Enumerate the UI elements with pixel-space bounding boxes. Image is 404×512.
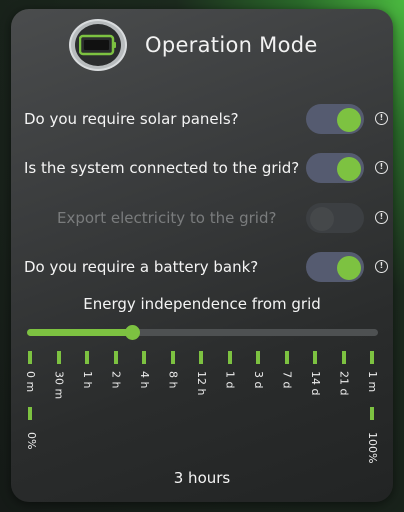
slider-tick-label: 14 d: [309, 371, 322, 396]
info-icon[interactable]: !: [375, 161, 388, 174]
slider-tick-label: 1 d: [223, 371, 237, 389]
question-row-solar: Do you require solar panels? !: [24, 102, 388, 136]
slider-tick: [199, 351, 203, 364]
question-row-export: Export electricity to the grid? !: [24, 201, 388, 235]
slider-tick: [28, 351, 32, 364]
slider-title: Energy independence from grid: [83, 295, 321, 313]
slider-tick: [370, 351, 374, 364]
slider-tick-label: 0 m: [24, 371, 37, 393]
slider-tick-label: 3 d: [252, 371, 265, 389]
slider-tick: [227, 351, 232, 364]
slider-tick-label: 1 m: [366, 371, 379, 393]
slider-tick: [313, 351, 317, 364]
slider-tick: [113, 351, 118, 364]
slider-tick-label: 21 d: [337, 371, 351, 396]
question-label: Is the system connected to the grid?: [24, 159, 300, 177]
max-percent-label: 100%: [366, 432, 379, 464]
question-label: Export electricity to the grid?: [57, 209, 277, 227]
export-electricity-toggle[interactable]: [306, 203, 364, 233]
battery-bank-toggle[interactable]: [306, 252, 364, 282]
slider-tick-label: 30 m: [52, 371, 66, 400]
question-row-battery: Do you require a battery bank? !: [24, 250, 388, 284]
min-percent-label: 0%: [25, 432, 38, 450]
slider-value-label: 3 hours: [173, 469, 231, 487]
slider-tick: [341, 351, 346, 364]
slider-tick: [170, 351, 175, 364]
slider-thumb[interactable]: [125, 325, 140, 340]
solar-panels-toggle[interactable]: [306, 104, 364, 134]
slider-tick-label: 12 h: [195, 371, 208, 396]
battery-logo: [69, 19, 127, 71]
grid-connected-toggle[interactable]: [306, 153, 364, 183]
slider-tick-label: 2 h: [109, 371, 123, 389]
slider-tick: [142, 351, 146, 364]
operation-mode-panel: Operation Mode Do you require solar pane…: [11, 9, 393, 502]
slider-tick-label: 8 h: [166, 371, 180, 389]
slider-tick: [284, 351, 289, 364]
info-icon[interactable]: !: [375, 112, 388, 125]
question-label: Do you require solar panels?: [24, 110, 239, 128]
slider-tick-label: 7 d: [280, 371, 294, 389]
slider-tick: [85, 351, 89, 364]
question-row-grid: Is the system connected to the grid? !: [24, 151, 388, 185]
panel-header: Operation Mode: [69, 19, 318, 71]
info-icon[interactable]: !: [375, 211, 388, 224]
slider-tick-label: 1 h: [81, 371, 94, 389]
slider-fill: [27, 329, 132, 336]
min-tick: [28, 407, 32, 420]
page-title: Operation Mode: [145, 33, 318, 57]
energy-independence-slider[interactable]: [27, 325, 378, 340]
battery-icon: [79, 34, 116, 56]
slider-tick: [56, 351, 61, 364]
info-icon[interactable]: !: [375, 260, 388, 273]
max-tick: [370, 407, 374, 420]
question-label: Do you require a battery bank?: [24, 258, 259, 276]
slider-tick-label: 4 h: [138, 371, 151, 389]
slider-tick: [256, 351, 260, 364]
